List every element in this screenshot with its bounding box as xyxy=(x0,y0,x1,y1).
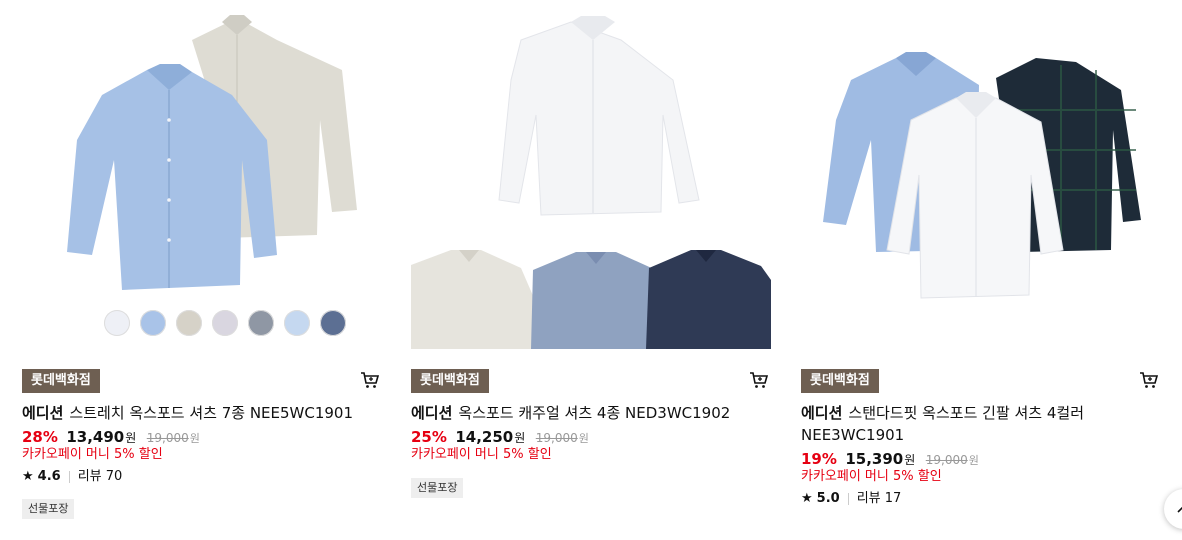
product-card-3[interactable]: 롯데백화점 에디션 스탠다드핏 옥스포드 긴팔 셔츠 4컬러 NEE3WC1901… xyxy=(801,0,1161,506)
promo-text: 카카오페이 머니 5% 할인 xyxy=(801,469,942,484)
store-badge: 롯데백화점 xyxy=(411,369,489,393)
review-count[interactable]: 리뷰 17 xyxy=(857,490,902,508)
chevron-up-icon xyxy=(1177,506,1182,513)
store-badge: 롯데백화점 xyxy=(22,369,100,393)
swatch[interactable] xyxy=(176,310,202,336)
discount-rate: 28% xyxy=(22,428,58,446)
rating-score: 5.0 xyxy=(816,491,840,506)
original-price: 19,000 xyxy=(535,431,578,445)
product-image-2[interactable] xyxy=(411,0,771,349)
cart-icon[interactable] xyxy=(360,371,380,389)
product-name: 옥스포드 캐주얼 셔츠 4종 NED3WC1902 xyxy=(458,404,731,422)
product-image-3[interactable] xyxy=(801,0,1161,349)
swatch[interactable] xyxy=(284,310,310,336)
rating-score: 4.6 xyxy=(37,469,61,484)
shirt-illustration xyxy=(823,52,1141,299)
brand-name: 에디션 xyxy=(411,404,453,422)
product-title[interactable]: 에디션 스탠다드핏 옥스포드 긴팔 셔츠 4컬러 NEE3WC1901 xyxy=(801,402,1161,446)
discount-rate: 25% xyxy=(411,428,447,446)
brand-name: 에디션 xyxy=(22,404,64,422)
discount-rate: 19% xyxy=(801,450,837,468)
currency: 원 xyxy=(578,432,589,445)
star-icon: ★ xyxy=(22,469,34,484)
currency: 원 xyxy=(904,453,916,467)
currency: 원 xyxy=(514,431,526,445)
shirt-illustration xyxy=(411,16,771,349)
cart-icon[interactable] xyxy=(1139,371,1159,389)
star-icon: ★ xyxy=(801,491,813,506)
gift-wrap-badge: 선물포장 xyxy=(22,499,75,519)
rating-row: ★ 5.0 리뷰 17 xyxy=(801,490,901,508)
promo-text: 카카오페이 머니 5% 할인 xyxy=(22,447,163,462)
currency: 원 xyxy=(968,454,979,467)
sale-price: 15,390 xyxy=(845,450,904,468)
swatch[interactable] xyxy=(248,310,274,336)
sale-price: 14,250 xyxy=(455,428,514,446)
rating-row: ★ 4.6 리뷰 70 xyxy=(22,468,122,486)
swatch[interactable] xyxy=(140,310,166,336)
brand-name: 에디션 xyxy=(801,404,843,422)
divider xyxy=(847,493,849,505)
sale-price: 13,490 xyxy=(66,428,125,446)
promo-text: 카카오페이 머니 5% 할인 xyxy=(411,447,552,462)
product-card-1[interactable]: 롯데백화점 에디션 스트레치 옥스포드 셔츠 7종 NEE5WC1901 28% … xyxy=(22,0,382,519)
product-title[interactable]: 에디션 스트레치 옥스포드 셔츠 7종 NEE5WC1901 xyxy=(22,402,382,424)
gift-wrap-badge: 선물포장 xyxy=(411,478,464,498)
product-card-2[interactable]: 롯데백화점 에디션 옥스포드 캐주얼 셔츠 4종 NED3WC1902 25% 1… xyxy=(411,0,771,498)
divider xyxy=(68,471,70,483)
color-swatches xyxy=(104,310,346,336)
product-name: 스트레치 옥스포드 셔츠 7종 NEE5WC1901 xyxy=(69,404,354,422)
original-price: 19,000 xyxy=(146,431,189,445)
product-image-1[interactable] xyxy=(22,0,382,349)
currency: 원 xyxy=(189,432,200,445)
currency: 원 xyxy=(125,431,137,445)
swatch[interactable] xyxy=(320,310,346,336)
product-title[interactable]: 에디션 옥스포드 캐주얼 셔츠 4종 NED3WC1902 xyxy=(411,402,771,424)
product-name: 스탠다드핏 옥스포드 긴팔 셔츠 4컬러 xyxy=(848,404,1085,422)
store-badge: 롯데백화점 xyxy=(801,369,879,393)
swatch[interactable] xyxy=(212,310,238,336)
review-count[interactable]: 리뷰 70 xyxy=(78,468,123,486)
scroll-top-button[interactable] xyxy=(1164,489,1182,529)
original-price: 19,000 xyxy=(925,453,968,467)
swatch[interactable] xyxy=(104,310,130,336)
shirt-illustration xyxy=(67,15,357,290)
cart-icon[interactable] xyxy=(749,371,769,389)
product-code: NEE3WC1901 xyxy=(801,426,905,444)
